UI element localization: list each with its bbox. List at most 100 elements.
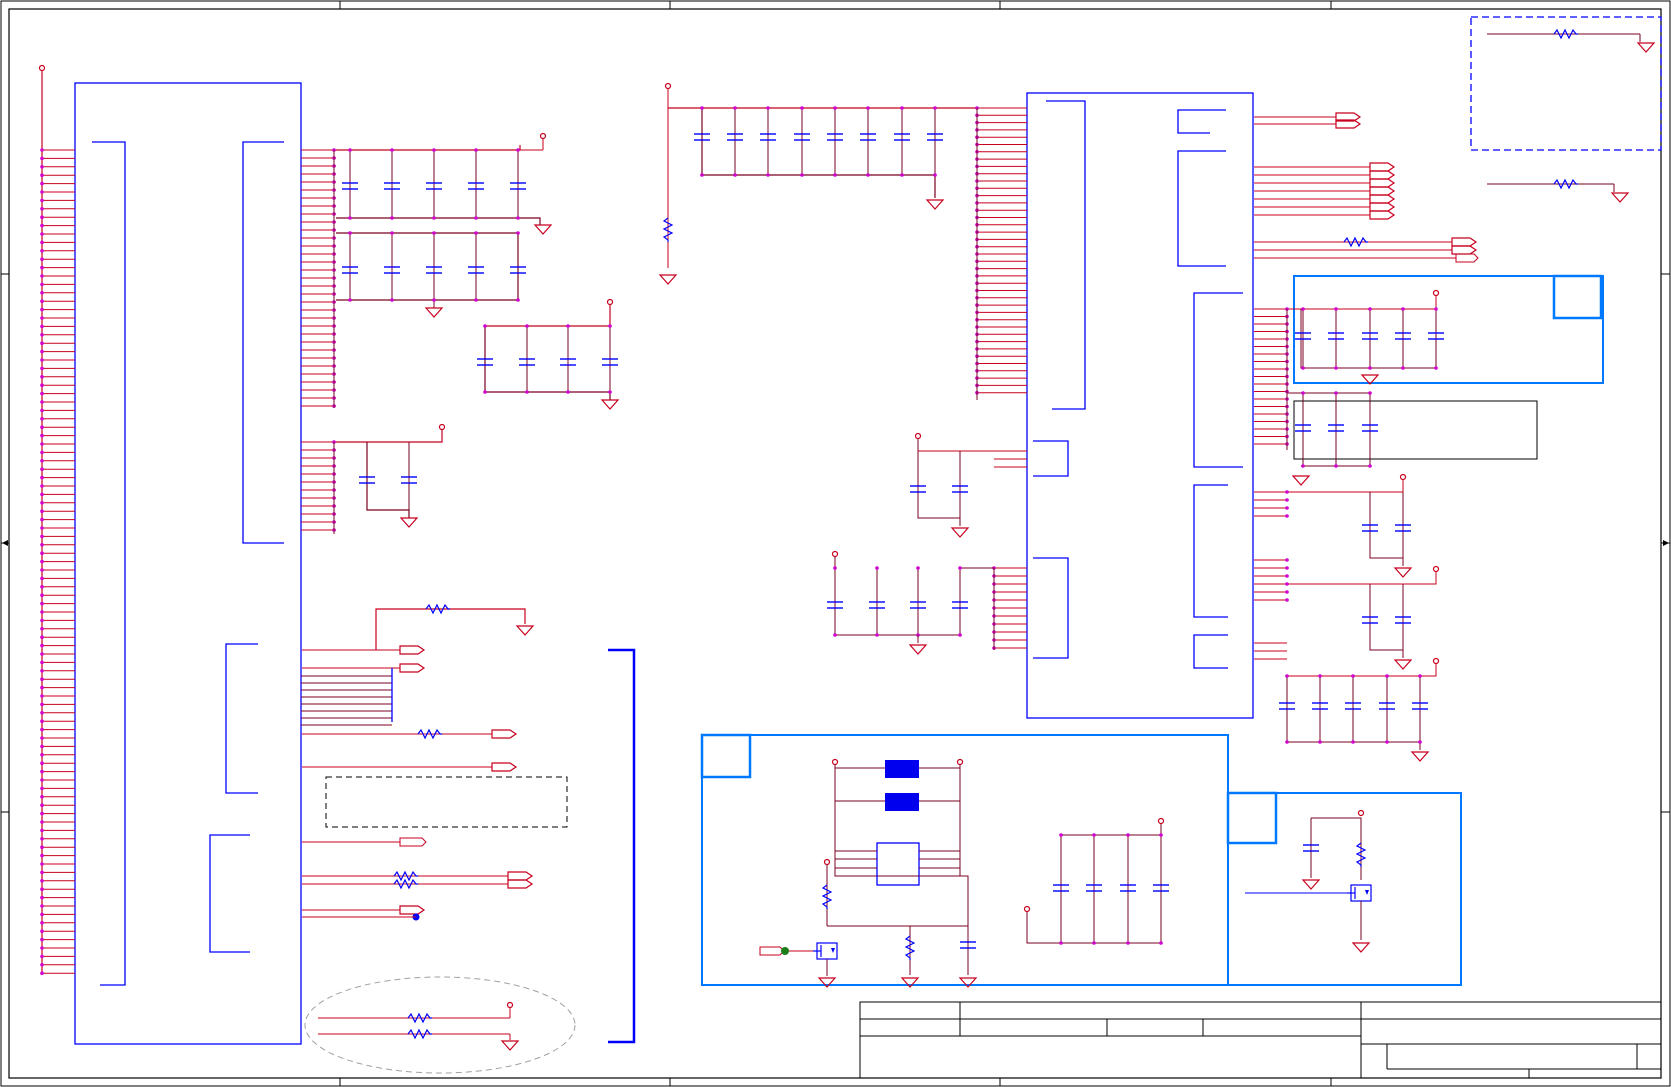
junction-dot [432,148,436,152]
junction-dot [958,566,962,570]
junction-dot [40,803,44,807]
junction-dot [40,786,44,791]
junction-dot [40,828,44,833]
junction-dot [40,417,44,421]
junction-dot [1285,558,1289,562]
junction-dot [483,390,487,394]
junction-dot [40,627,44,631]
junction-dot [516,231,520,235]
junction-dot [40,257,44,262]
junction-dot [1126,941,1130,945]
junction-dot [1385,674,1389,678]
junction-dot [348,231,352,235]
junction-dot [40,534,44,539]
junction-dot [40,660,44,665]
junction-dot [525,390,529,394]
junction-dot [40,391,44,396]
junction-dot [1301,307,1305,311]
junction-dot [833,566,837,570]
junction-dot [1401,307,1405,311]
junction-dot [40,299,44,304]
main-ic [975,92,1254,719]
junction-dot [1334,464,1338,468]
junction-dot [40,744,44,749]
junction-dot [348,148,352,152]
junction-dot [40,484,44,488]
junction-dot [40,862,44,866]
junction-dot [348,216,352,220]
junction-dot [1285,498,1289,502]
inductor-icon [885,760,919,778]
junction-dot [1334,366,1338,370]
junction-dot [1059,833,1063,837]
junction-dot [1401,366,1405,370]
junction-dot [700,106,704,110]
junction-dot [1059,941,1063,945]
junction-dot [40,148,44,152]
junction-dot [40,324,44,329]
junction-dot [875,633,879,637]
junction-dot [40,543,44,547]
ic-left-caps [826,432,994,655]
junction-dot [40,669,44,673]
junction-dot [608,390,612,394]
junction-dot [40,635,44,639]
junction-dot [833,173,837,177]
junction-dot [40,265,44,270]
junction-dot [40,240,44,245]
junction-dot [40,576,44,581]
junction-dot [40,291,44,295]
junction-dot [474,216,478,220]
junction-dot [40,559,44,564]
junction-dot [40,887,44,891]
junction-dot [916,566,920,570]
junction-dot [40,719,44,723]
junction-dot [40,954,44,959]
junction-dot [390,216,394,220]
signal-outputs [302,604,636,1074]
junction-dot [40,375,44,379]
junction-dot [40,921,44,925]
junction-dot [40,618,44,623]
junction-dot [40,358,44,362]
junction-dot [40,215,44,219]
junction-dot [40,652,44,656]
junction-dot [40,232,44,236]
junction-dot [40,274,44,278]
junction-dot [40,450,44,455]
schematic-sheet [0,0,1671,1087]
junction-dot [866,106,870,110]
junction-dot [40,551,44,555]
junction-dot [833,633,837,637]
junction-dot [1285,674,1289,678]
connector-right-pins [301,148,392,726]
junction-dot [40,333,44,337]
junction-dot [40,249,44,253]
junction-dot [1318,740,1322,744]
junction-dot [40,601,44,606]
junction-dot [40,837,44,841]
junction-dot [1285,514,1289,518]
junction-dot [40,492,44,497]
junction-dot [40,156,44,161]
junction-dot [40,223,44,228]
junction-dot [1285,590,1289,594]
junction-dot [608,324,612,328]
junction-dot [432,216,436,220]
junction-dot [800,106,804,110]
junction-dot [40,190,44,194]
junction-dot [1285,582,1289,586]
junction-dot [1385,740,1389,744]
cap-bank-top [659,82,978,285]
junction-dot [40,778,44,782]
junction-dot [1334,391,1338,395]
junction-dot [1285,574,1289,578]
junction-dot [1351,740,1355,744]
junction-dot [1301,464,1305,468]
junction-dot [40,207,44,211]
junction-dot [1368,391,1372,395]
inductor-icon [885,793,919,811]
junction-dot [40,845,44,849]
junction-dot [40,165,44,169]
junction-dot [40,585,44,589]
